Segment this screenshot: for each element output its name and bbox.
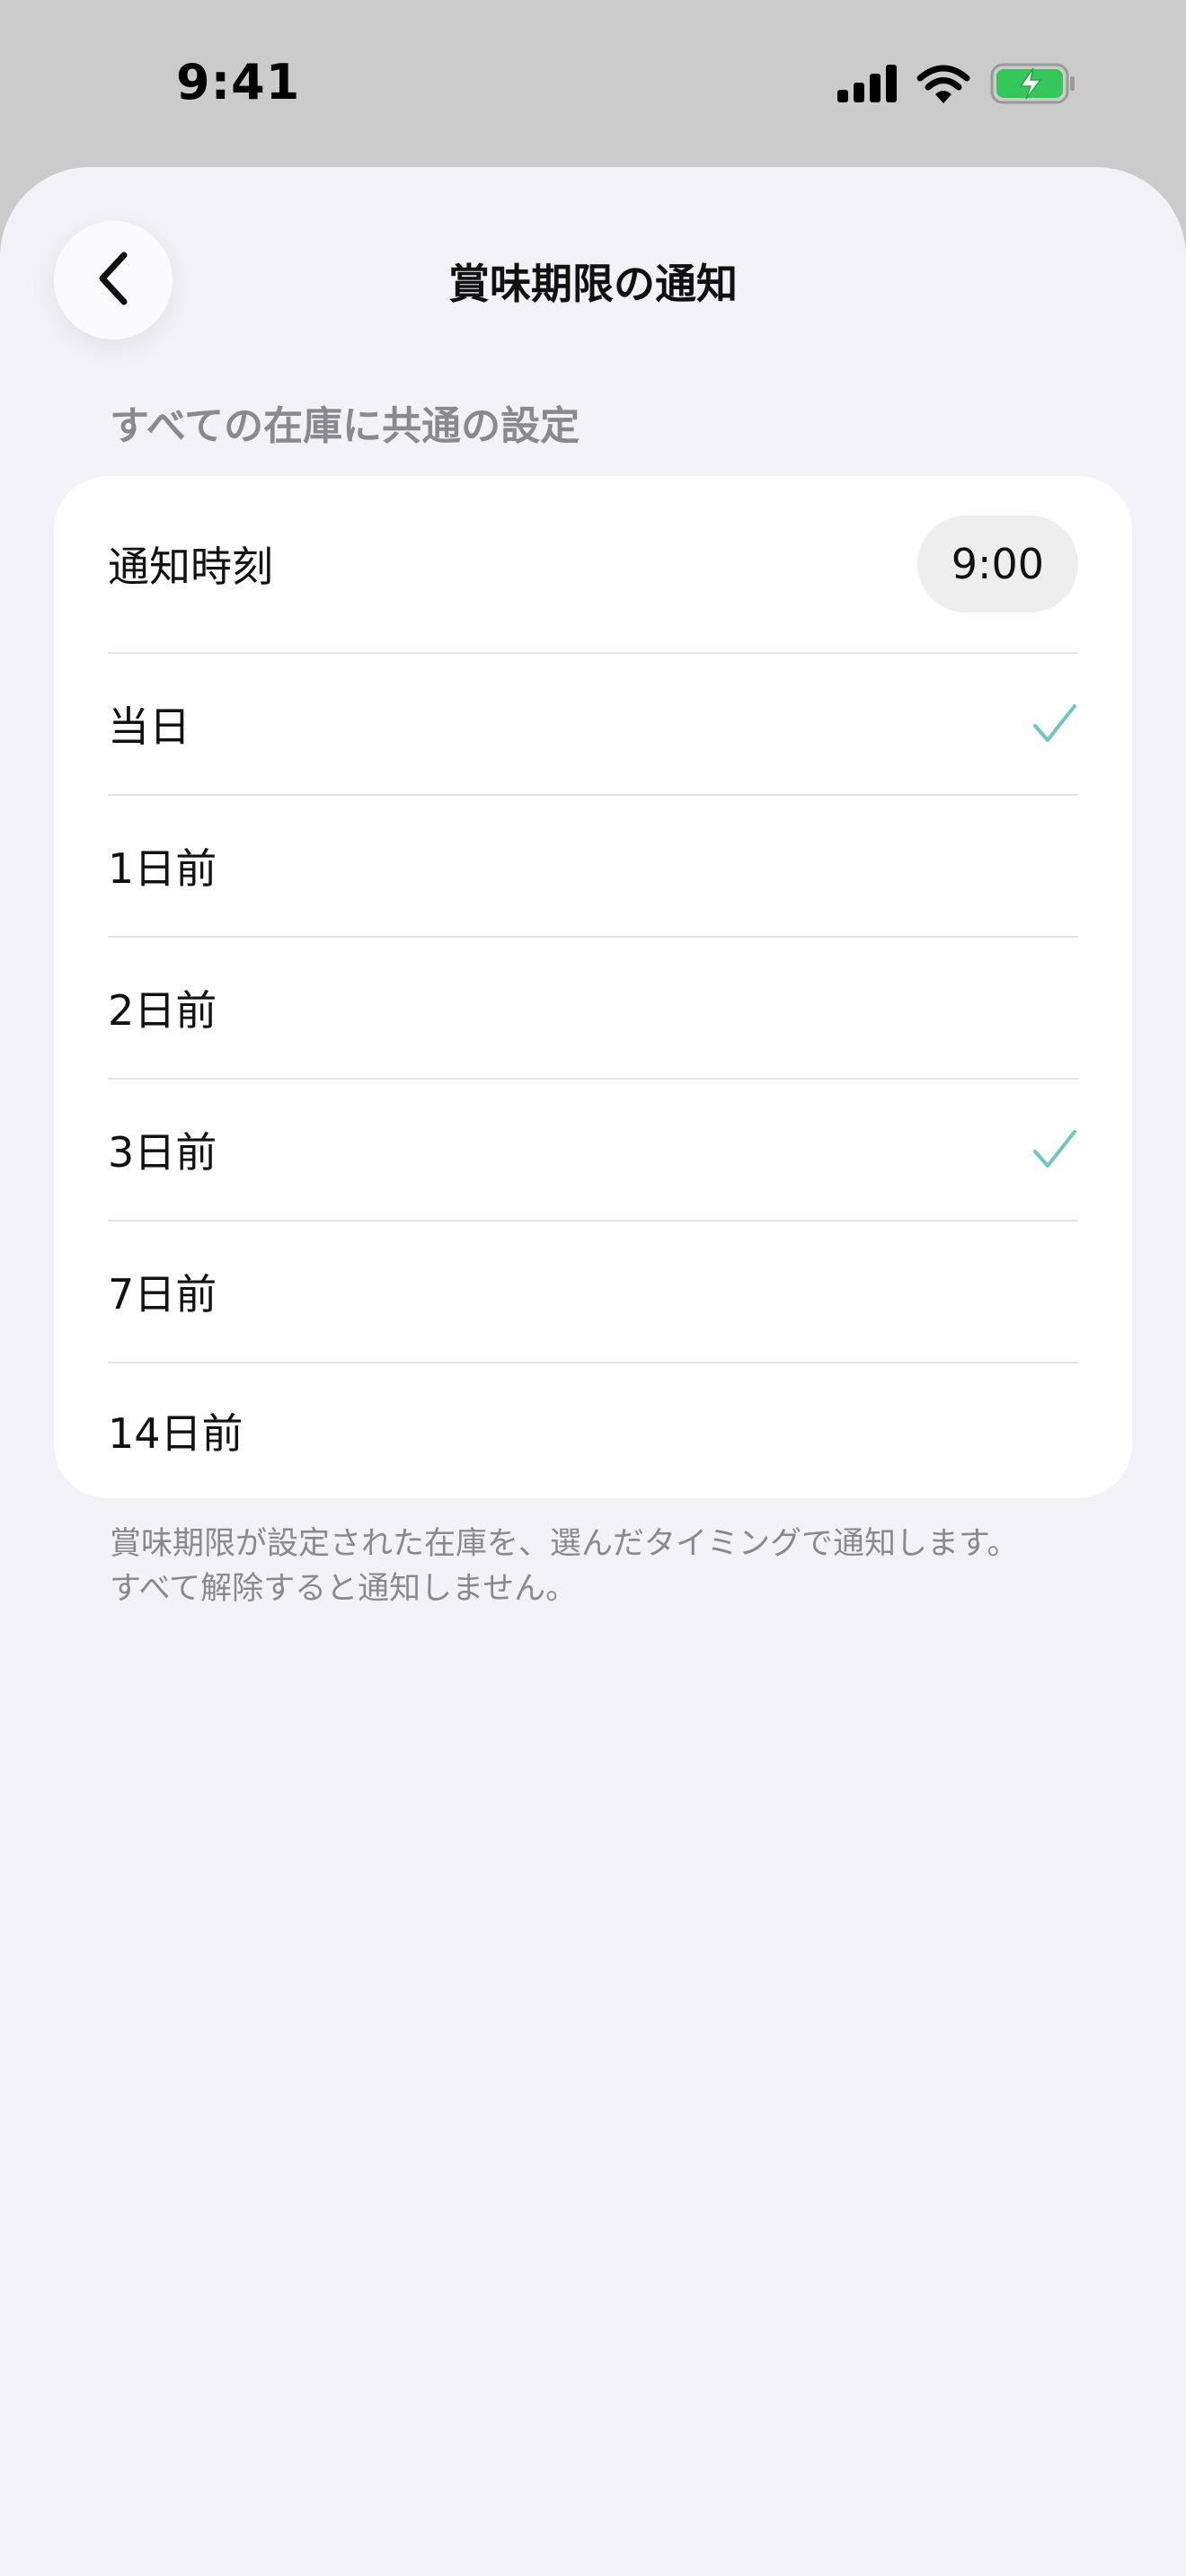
status-bar: 9:41 (0, 0, 1186, 167)
battery-charging-icon (990, 63, 1076, 108)
option-label: 当日 (108, 702, 190, 751)
section-header: すべての在庫に共通の設定 (110, 403, 580, 449)
status-icons (837, 63, 1076, 108)
option-row-7-days[interactable]: 7日前 (108, 1222, 1078, 1362)
option-row-3-days[interactable]: 3日前 (108, 1080, 1078, 1220)
wifi-icon (916, 64, 970, 107)
option-label: 2日前 (108, 986, 217, 1035)
notification-time-label: 通知時刻 (108, 543, 273, 591)
option-row-14-days[interactable]: 14日前 (108, 1363, 1078, 1498)
option-label: 3日前 (108, 1128, 217, 1177)
settings-card: 通知時刻 9:00 当日 1日前 2日前 3日前 7日前 14日前 (54, 476, 1132, 1498)
signal-icon (837, 65, 897, 106)
footer-note-line: 賞味期限が設定された在庫を、選んだタイミングで通知します。 (110, 1526, 1019, 1562)
checkmark-icon (1031, 701, 1078, 747)
option-label: 14日前 (108, 1409, 243, 1458)
option-label: 1日前 (108, 844, 217, 893)
option-row-same-day[interactable]: 当日 (108, 654, 1078, 794)
option-row-2-days[interactable]: 2日前 (108, 938, 1078, 1078)
checkmark-icon (1031, 1126, 1078, 1173)
notification-time-row[interactable]: 通知時刻 9:00 (108, 516, 1078, 613)
status-time: 9:41 (176, 54, 301, 110)
footer-note: 賞味期限が設定された在庫を、選んだタイミングで通知します。 すべて解除すると通知… (110, 1522, 1098, 1611)
footer-note-line: すべて解除すると通知しません。 (110, 1571, 578, 1607)
page-title: 賞味期限の通知 (448, 260, 738, 308)
option-label: 7日前 (108, 1270, 217, 1319)
option-row-1-day[interactable]: 1日前 (108, 796, 1078, 936)
notification-time-value[interactable]: 9:00 (916, 516, 1078, 613)
